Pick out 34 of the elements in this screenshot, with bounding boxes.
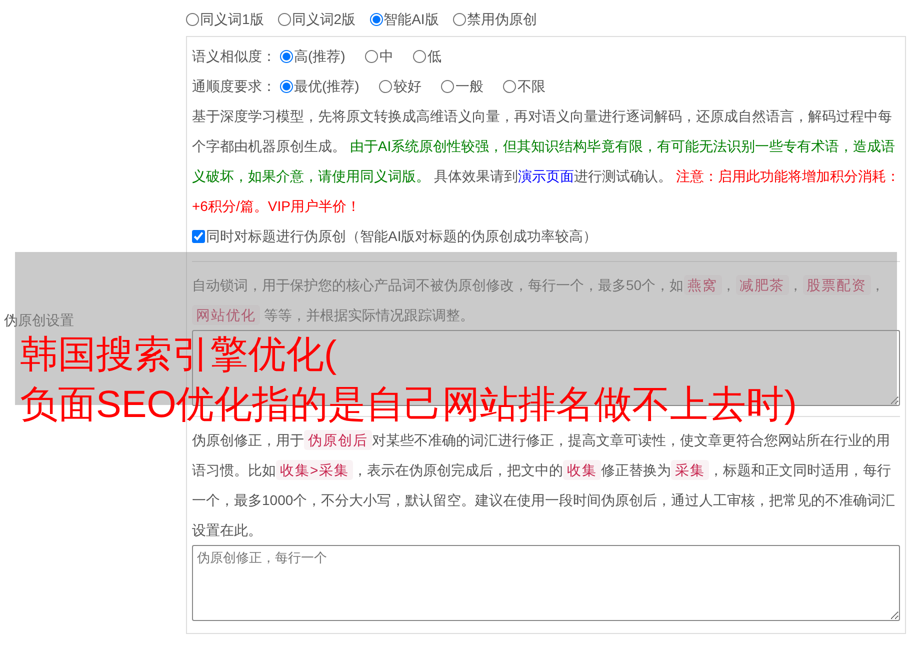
option-label[interactable]: 高(推荐): [294, 46, 346, 66]
option-label[interactable]: 中: [379, 46, 394, 66]
radio-button[interactable]: [413, 50, 426, 62]
field-label: 语义相似度：: [192, 46, 276, 66]
radio-button[interactable]: [379, 80, 392, 92]
option-label[interactable]: 同义词2版: [292, 8, 356, 30]
radio-button[interactable]: [503, 80, 516, 92]
radio-button[interactable]: [280, 80, 293, 92]
option-label[interactable]: 禁用伪原创: [466, 8, 537, 30]
overlay-title: 韩国搜索引擎优化(: [20, 333, 337, 378]
description-text: 伪原创修正，用于 伪原创后 对某些不准确的词汇进行修正，提高文章可读性，使文章更符合您网站所在行业的用语习惯。比如 收集>采集 ，表示在伪原创完成后，把文中的 收集 修正替换为 采集 ，标题和正文同时适用，每行一个，最多1000个，不分大小写，默认留空。建议在使用一段时间伪原创后，通过人工审核，把常见的不准确词汇设置在此。: [192, 429, 896, 540]
checkbox[interactable]: [192, 230, 205, 242]
radio-button[interactable]: [441, 80, 454, 92]
radio-button[interactable]: [280, 50, 293, 62]
radio-button[interactable]: [452, 12, 466, 26]
section-label: 伪原创设置: [4, 310, 74, 330]
option-label[interactable]: 较好: [393, 76, 422, 96]
option-label[interactable]: 智能AI版: [384, 8, 439, 30]
description-text: 基于深度学习模型，先将原文转换成高维语义向量，再对语义向量进行逐词解码，还原成自然语言，解码过程中每个字都由机器原创生成。 由于AI系统原创性较强，但其知识结构毕竟有限，有可能无法识别一些专有术语，造成语义破坏，如果介意，请使用同义词版。 具体效果请到演示页面进行测试确认。 注意：启用此功能将增加积分消耗：+6积分/篇。VIP用户半价！: [192, 107, 900, 216]
radio-button[interactable]: [365, 50, 378, 62]
option-label[interactable]: 同义词1版: [200, 8, 264, 30]
option-label[interactable]: 不限: [517, 76, 546, 96]
option-label[interactable]: 一般: [455, 76, 484, 96]
field-label: 通顺度要求：: [192, 76, 276, 96]
radio-button[interactable]: [186, 12, 199, 26]
overlay-title: 负面SEO优化指的是自己网站排名做不上去时): [20, 383, 797, 428]
demo-page-link[interactable]: 演示页面: [518, 168, 574, 184]
description-text: 自动锁词，用于保护您的核心产品词不被伪原创修改，每行一个，最多50个，如 燕窝 ， 减肥茶 ， 股票配资 ， 网站优化 等等，并根据实际情况跟踪调整。: [192, 274, 886, 327]
radio-button[interactable]: [370, 12, 383, 26]
option-label[interactable]: 最优(推荐): [294, 76, 360, 96]
radio-button[interactable]: [278, 12, 291, 26]
option-label[interactable]: 同时对标题进行伪原创（智能AI版对标题的伪原创成功率较高）: [206, 226, 598, 246]
correction-field[interactable]: 伪原创修正，每行一个: [192, 545, 900, 621]
option-label[interactable]: 低: [427, 46, 442, 66]
